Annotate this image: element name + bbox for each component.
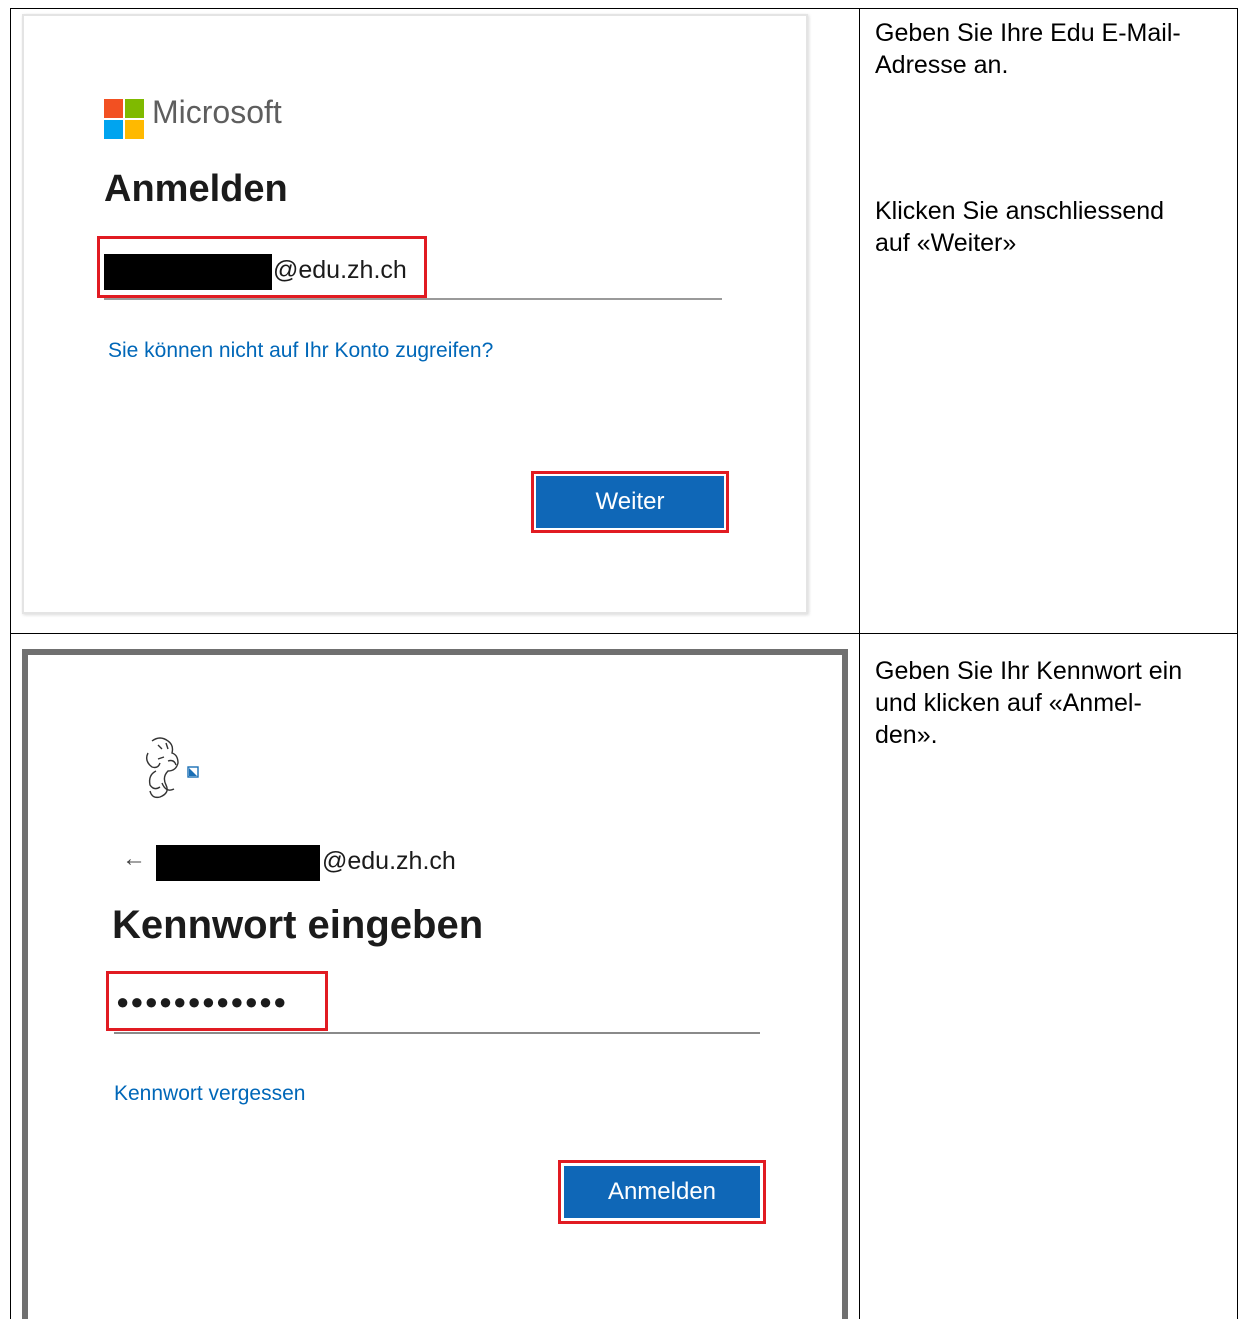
table-column-divider (859, 8, 860, 1319)
password-screenshot: ← @edu.zh.ch Kennwort eingeben ●●●●●●●●●… (22, 649, 848, 1319)
email-field-underline (104, 298, 722, 300)
microsoft-logo-icon (104, 99, 144, 139)
next-button-highlight-box (531, 471, 729, 533)
table-row-divider (10, 633, 1238, 634)
step1-instruction-line1: Geben Sie Ihre Edu E-Mail- (875, 19, 1181, 47)
step2-instruction-line2: und klicken auf «Anmel- (875, 689, 1142, 717)
step1-instruction-continue: Klicken Sie anschliessend auf «Weiter» (875, 195, 1164, 259)
step1-instruction-line2: Adresse an. (875, 51, 1009, 79)
microsoft-brand: Microsoft (152, 94, 282, 130)
step1-instruction2-line2: auf «Weiter» (875, 229, 1017, 257)
signin-button-highlight-box (558, 1160, 766, 1224)
password-highlight-box (106, 971, 328, 1031)
forgot-password-link[interactable]: Kennwort vergessen (114, 1082, 305, 1106)
zurich-lion-logo-icon (145, 737, 199, 799)
step1-instruction: Geben Sie Ihre Edu E-Mail- Adresse an. (875, 17, 1181, 81)
redacted-username (156, 845, 320, 881)
email-highlight-box (97, 236, 427, 298)
step2-instruction-line3: den». (875, 721, 938, 749)
back-arrow-icon[interactable]: ← (122, 845, 146, 873)
account-email: @edu.zh.ch (322, 847, 456, 875)
step2-instruction: Geben Sie Ihr Kennwort ein und klicken a… (875, 655, 1182, 751)
signin-screenshot: Microsoft Anmelden @edu.zh.ch Sie können… (22, 14, 808, 614)
password-field-underline (114, 1032, 760, 1034)
account-access-link[interactable]: Sie können nicht auf Ihr Konto zugreifen… (108, 339, 493, 363)
password-title: Kennwort eingeben (112, 903, 484, 947)
step2-instruction-line1: Geben Sie Ihr Kennwort ein (875, 657, 1183, 685)
step1-instruction2-line1: Klicken Sie anschliessend (875, 197, 1165, 225)
signin-title: Anmelden (104, 168, 288, 210)
